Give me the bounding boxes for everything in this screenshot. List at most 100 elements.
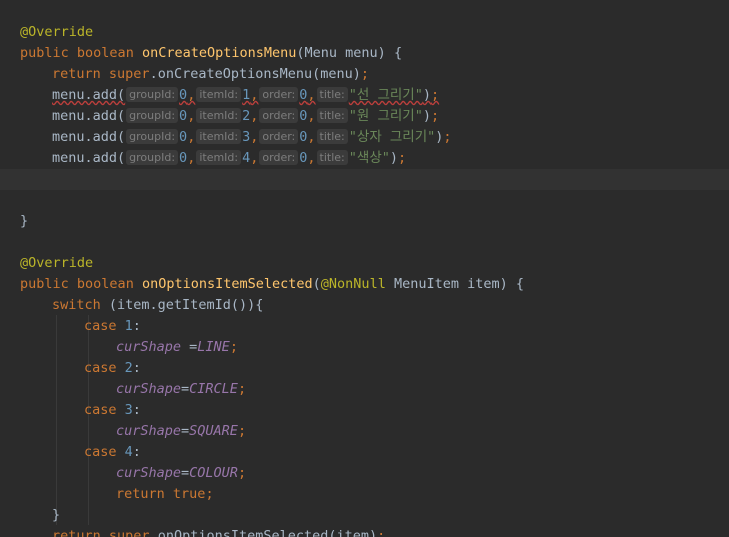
- code-line[interactable]: @Override: [0, 253, 729, 274]
- code-token: ,: [250, 108, 259, 124]
- code-line[interactable]: public boolean onOptionsItemSelected(@No…: [0, 274, 729, 295]
- code-line[interactable]: switch (item.getItemId()){: [0, 295, 729, 316]
- code-token: .onOptionsItemSelected(item): [149, 528, 378, 537]
- code-text: public boolean onOptionsItemSelected(@No…: [20, 274, 524, 295]
- code-line[interactable]: case 4:: [0, 442, 729, 463]
- code-text: curShape=SQUARE;: [116, 421, 246, 442]
- code-token: =: [181, 381, 190, 397]
- code-text: case 4:: [84, 442, 141, 463]
- code-token: onOptionsItemSelected: [141, 276, 313, 292]
- code-token: }: [52, 507, 61, 523]
- code-token: ,: [187, 150, 196, 166]
- code-token: ,: [187, 129, 196, 145]
- code-token: ;: [237, 381, 247, 397]
- code-line[interactable]: return true;: [0, 484, 729, 505]
- code-token: ,: [307, 129, 316, 145]
- code-editor[interactable]: @Override public boolean onCreateOptionsM…: [0, 0, 729, 537]
- code-line[interactable]: menu.add(groupId: 0, itemId: 2, order: 0, titl…: [0, 106, 729, 127]
- code-token: curShape: [116, 423, 182, 439]
- code-token: =: [181, 423, 190, 439]
- code-line[interactable]: menu.add(groupId: 0, itemId: 3, order: 0, titl…: [0, 127, 729, 148]
- code-token: ;: [377, 528, 386, 537]
- code-token: switch: [52, 297, 101, 313]
- parameter-hint: title:: [316, 87, 348, 102]
- code-token: COLOUR: [189, 465, 238, 481]
- code-token: ,: [250, 129, 259, 145]
- code-text: case 1:: [84, 316, 141, 337]
- code-token: public: [20, 276, 69, 292]
- code-token: (Menu menu) {: [296, 45, 403, 61]
- code-token: return: [52, 66, 101, 82]
- code-text: return super.onOptionsItemSelected(item)…: [52, 526, 385, 537]
- code-text: }: [20, 211, 28, 232]
- code-token: .onCreateOptionsMenu(menu): [149, 66, 361, 82]
- code-token: "상자 그리기": [348, 129, 436, 145]
- code-text: return super.onCreateOptionsMenu(menu);: [52, 64, 369, 85]
- parameter-hint: groupId:: [126, 129, 179, 144]
- code-line[interactable]: return super.onOptionsItemSelected(item)…: [0, 526, 729, 537]
- code-token: menu.add(: [52, 87, 126, 103]
- code-line[interactable]: [0, 232, 729, 253]
- code-token: CIRCLE: [189, 381, 238, 397]
- code-token: MenuItem item) {: [385, 276, 524, 292]
- code-token: 0: [179, 108, 188, 124]
- code-token: 2: [124, 360, 133, 376]
- code-token: "선 그리기": [348, 87, 423, 103]
- code-line[interactable]: }: [0, 211, 729, 232]
- code-text: curShape=COLOUR;: [116, 463, 246, 484]
- code-line[interactable]: case 1:: [0, 316, 729, 337]
- code-text: @Override: [20, 22, 93, 43]
- code-line[interactable]: menu.add(groupId: 0, itemId: 1, order: 0, titl…: [0, 85, 729, 106]
- code-line[interactable]: }: [0, 505, 729, 526]
- code-line[interactable]: public boolean onCreateOptionsMenu(Menu …: [0, 43, 729, 64]
- code-token: @NonNull: [320, 276, 386, 292]
- code-token: ;: [398, 150, 407, 166]
- code-token: ,: [250, 87, 259, 103]
- code-token: 0: [179, 150, 188, 166]
- code-text: menu.add(groupId: 0, itemId: 2, order: 0, titl…: [52, 106, 439, 127]
- code-token: ): [422, 87, 431, 103]
- code-token: super: [108, 66, 150, 82]
- code-token: (item.getItemId()){: [100, 297, 264, 313]
- parameter-hint: itemId:: [196, 87, 242, 102]
- code-line[interactable]: curShape=SQUARE;: [0, 421, 729, 442]
- code-line[interactable]: curShape =LINE;: [0, 337, 729, 358]
- code-token: 4: [124, 444, 133, 460]
- code-token: ,: [187, 87, 196, 103]
- code-token: SQUARE: [189, 423, 238, 439]
- code-line[interactable]: return super.onCreateOptionsMenu(menu);: [0, 64, 729, 85]
- code-line[interactable]: case 2:: [0, 358, 729, 379]
- code-text: }: [52, 505, 60, 526]
- code-line[interactable]: curShape=COLOUR;: [0, 463, 729, 484]
- code-line-current[interactable]: [0, 169, 729, 190]
- code-token: boolean: [76, 276, 134, 292]
- code-token: 3: [124, 402, 133, 418]
- code-token: ;: [360, 66, 370, 82]
- code-token: curShape: [116, 339, 182, 355]
- code-token: ;: [205, 486, 214, 502]
- code-token: 1: [124, 318, 133, 334]
- code-token: "원 그리기": [348, 108, 423, 124]
- parameter-hint: groupId:: [126, 150, 179, 165]
- parameter-hint: groupId:: [126, 87, 179, 102]
- code-token: super: [108, 528, 150, 537]
- code-token: :: [132, 402, 141, 418]
- parameter-hint: order:: [259, 87, 299, 102]
- code-line[interactable]: menu.add(groupId: 0, itemId: 4, order: 0, titl…: [0, 148, 729, 169]
- code-line[interactable]: @Override: [0, 22, 729, 43]
- code-token: ;: [430, 87, 440, 103]
- code-token: (: [312, 276, 321, 292]
- parameter-hint: itemId:: [196, 150, 242, 165]
- parameter-hint: order:: [259, 150, 299, 165]
- code-token: "색상": [348, 150, 390, 166]
- code-token: 0: [179, 87, 188, 103]
- code-line[interactable]: case 3:: [0, 400, 729, 421]
- code-line[interactable]: [0, 190, 729, 211]
- code-text: public boolean onCreateOptionsMenu(Menu …: [20, 43, 402, 64]
- code-line[interactable]: curShape=CIRCLE;: [0, 379, 729, 400]
